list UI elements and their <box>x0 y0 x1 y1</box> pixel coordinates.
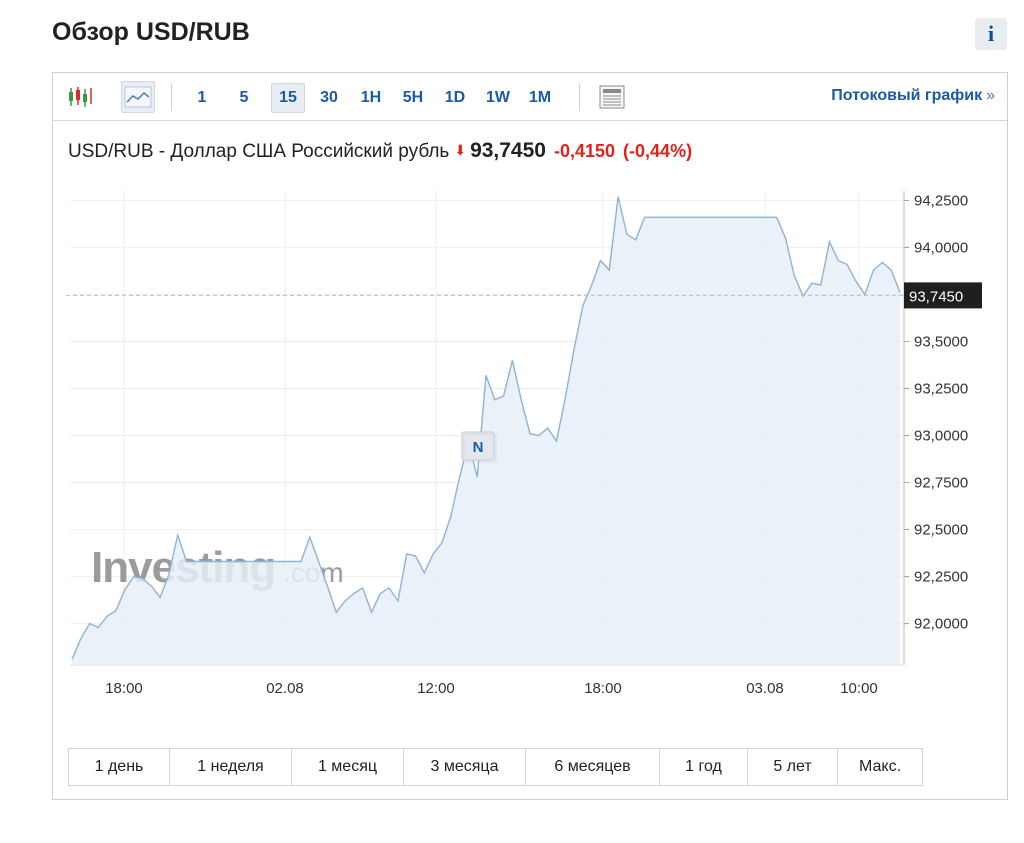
y-tick-label: 92,7500 <box>914 475 968 492</box>
y-tick-label: 93,0000 <box>914 428 968 445</box>
y-tick-label: 94,0000 <box>914 239 968 256</box>
x-tick-label: 18:00 <box>105 680 143 697</box>
y-tick-label: 94,2500 <box>914 192 968 209</box>
range-5-years[interactable]: 5 лет <box>748 749 838 785</box>
price-chart[interactable]: 18:00 02.08 12:00 18:00 03.08 10:00 92,0000 92,… <box>53 73 1007 743</box>
current-price-label: 93,7450 <box>909 288 963 305</box>
price-area-fill <box>72 196 900 665</box>
range-1-day[interactable]: 1 день <box>69 749 170 785</box>
range-1-week[interactable]: 1 неделя <box>170 749 292 785</box>
x-tick-label: 12:00 <box>417 680 455 697</box>
range-1-month[interactable]: 1 месяц <box>292 749 404 785</box>
y-tick-label: 92,0000 <box>914 616 968 633</box>
page-title: Обзор USD/RUB <box>52 18 250 46</box>
x-tick-label: 18:00 <box>584 680 622 697</box>
x-tick-label: 10:00 <box>840 680 878 697</box>
news-marker-label: N <box>473 439 484 456</box>
y-tick-label: 92,5000 <box>914 522 968 539</box>
range-6-months[interactable]: 6 месяцев <box>526 749 660 785</box>
info-button[interactable]: i <box>975 18 1007 50</box>
range-selector: 1 день 1 неделя 1 месяц 3 месяца 6 месяц… <box>68 748 923 786</box>
range-1-year[interactable]: 1 год <box>660 749 748 785</box>
y-tick-label: 93,2500 <box>914 381 968 398</box>
x-tick-label: 02.08 <box>266 680 304 697</box>
range-3-months[interactable]: 3 месяца <box>404 749 526 785</box>
range-max[interactable]: Макс. <box>838 749 922 785</box>
chart-widget: 1 5 15 30 1H 5H 1D 1W 1M Потоковый графи… <box>52 72 1008 800</box>
x-tick-label: 03.08 <box>746 680 784 697</box>
y-tick-label: 92,2500 <box>914 569 968 586</box>
y-tick-label: 93,5000 <box>914 333 968 350</box>
